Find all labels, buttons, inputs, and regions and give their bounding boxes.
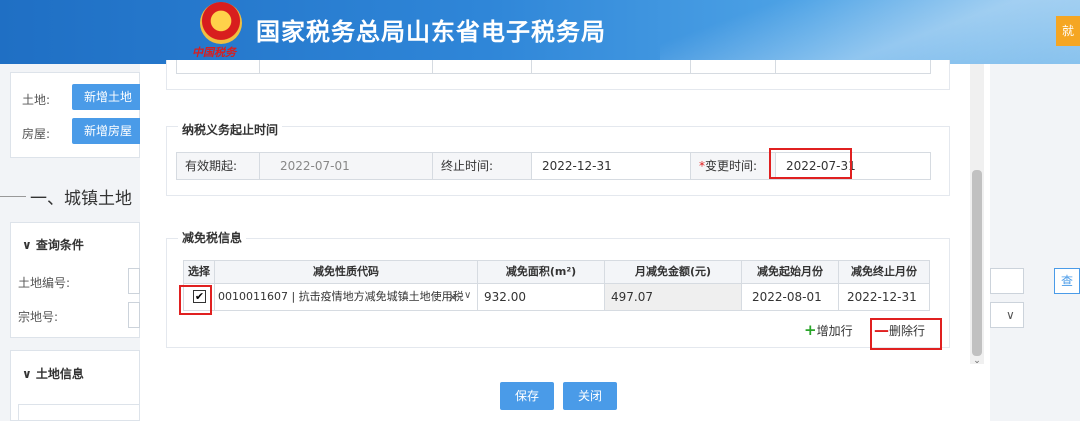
add-house-button[interactable]: 新增房屋 — [72, 118, 145, 144]
previous-row-cell — [259, 60, 433, 74]
land-no-label: 土地编号: — [18, 276, 71, 290]
end-date-field[interactable]: 2022-12-31 — [531, 152, 691, 180]
section-divider — [0, 196, 26, 197]
scrollbar-thumb[interactable] — [972, 170, 982, 356]
relief-area-field[interactable]: 932.00 — [477, 283, 605, 311]
col-start-month: 减免起始月份 — [741, 260, 839, 284]
col-code: 减免性质代码 — [214, 260, 478, 284]
background-page-right — [990, 64, 1080, 421]
emblem-caption: 中国税务 — [192, 46, 236, 59]
change-label: *变更时间: — [690, 152, 776, 180]
chevron-down-icon: ∨ — [22, 367, 36, 381]
parcel-no-label: 宗地号: — [18, 310, 59, 324]
save-button[interactable]: 保存 — [500, 382, 554, 410]
relief-code-value: 0010011607 | 抗击疫情地方减免城镇土地使用税 — [218, 290, 464, 303]
previous-row-cell — [775, 60, 931, 74]
right-input[interactable] — [990, 268, 1024, 294]
start-label: 有效期起: — [176, 152, 260, 180]
start-date-field: 2022-07-01 — [259, 152, 433, 180]
col-select: 选择 — [183, 260, 215, 284]
end-month-field[interactable]: 2022-12-31 — [838, 283, 930, 311]
land-label: 土地: — [22, 93, 51, 107]
highlight-change-date — [769, 148, 852, 179]
chevron-down-icon[interactable]: ∨ — [464, 290, 471, 301]
clear-icon[interactable]: × — [448, 290, 458, 304]
land-info-table — [18, 404, 140, 421]
previous-row-cell — [690, 60, 776, 74]
previous-row-cell — [531, 60, 691, 74]
scroll-down-icon[interactable]: ⌄ — [970, 356, 984, 366]
add-land-button[interactable]: 新增土地 — [72, 84, 145, 110]
section-title: 一、城镇土地 — [30, 189, 132, 209]
parcel-no-input[interactable] — [128, 302, 140, 328]
chevron-down-icon: ∨ — [1006, 308, 1015, 322]
query-title: ∨ 查询条件 — [22, 238, 84, 252]
banner-wave — [660, 0, 1080, 64]
previous-row-cell — [176, 60, 260, 74]
start-month-field[interactable]: 2022-08-01 — [741, 283, 839, 311]
previous-row-cell — [432, 60, 532, 74]
highlight-delete-row — [870, 318, 942, 350]
tax-period-legend: 纳税义务起止时间 — [178, 121, 283, 138]
house-label: 房屋: — [22, 127, 51, 141]
add-row-button[interactable]: +增加行 — [804, 321, 853, 339]
header-right-button[interactable]: 就 — [1056, 16, 1080, 46]
site-title: 国家税务总局山东省电子税务局 — [256, 18, 606, 46]
highlight-checkbox — [179, 285, 212, 315]
col-area: 减免面积(m²) — [477, 260, 605, 284]
col-monthly-amount: 月减免金额(元) — [604, 260, 742, 284]
land-info-title: ∨ 土地信息 — [22, 367, 84, 381]
query-button[interactable]: 查 — [1054, 268, 1080, 294]
monthly-amount-field: 497.07 — [604, 283, 742, 311]
relief-code-select[interactable]: 0010011607 | 抗击疫情地方减免城镇土地使用税 — [214, 283, 478, 311]
col-end-month: 减免终止月份 — [838, 260, 930, 284]
chevron-down-icon: ∨ — [22, 238, 36, 252]
close-button[interactable]: 关闭 — [563, 382, 617, 410]
relief-legend: 减免税信息 — [178, 229, 247, 246]
plus-icon: + — [804, 321, 817, 339]
end-label: 终止时间: — [432, 152, 532, 180]
land-no-input[interactable] — [128, 268, 140, 294]
national-emblem-icon — [200, 2, 242, 44]
